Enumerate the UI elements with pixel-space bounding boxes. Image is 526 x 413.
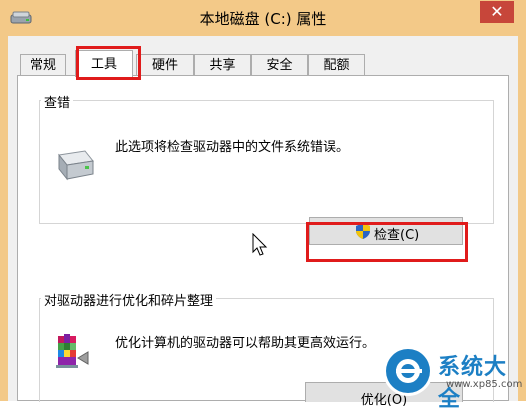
close-button[interactable]: ✕ [480, 1, 514, 23]
tab-sharing[interactable]: 共享 [194, 54, 251, 76]
tab-security[interactable]: 安全 [251, 54, 308, 76]
site-logo-icon [383, 346, 433, 396]
tab-general[interactable]: 常规 [20, 54, 66, 76]
site-watermark: 系统大全 www.xp85.com [380, 341, 526, 412]
tools-tab-highlight [76, 46, 141, 80]
mouse-cursor-icon [252, 233, 268, 256]
tab-quota[interactable]: 配额 [308, 54, 365, 76]
optimize-description: 优化计算机的驱动器可以帮助其更高效运行。 [115, 336, 376, 351]
check-button-highlight [306, 222, 468, 262]
window-title: 本地磁盘 (C:) 属性 [199, 10, 327, 28]
error-check-description: 此选项将检查驱动器中的文件系统错误。 [115, 140, 350, 155]
watermark-url: www.xp85.com [446, 379, 523, 390]
defragment-icon [56, 334, 89, 368]
title-bar[interactable]: 本地磁盘 (C:) 属性 ✕ [0, 0, 526, 36]
hard-drive-icon [58, 150, 94, 181]
error-check-group [39, 100, 494, 224]
optimize-title: 对驱动器进行优化和碎片整理 [41, 290, 217, 309]
tab-hardware[interactable]: 硬件 [136, 54, 194, 76]
properties-window: 本地磁盘 (C:) 属性 ✕ 常规 工具 硬件 共享 安全 配额 查错 此选项将… [0, 0, 526, 412]
error-check-title: 查错 [41, 92, 74, 111]
